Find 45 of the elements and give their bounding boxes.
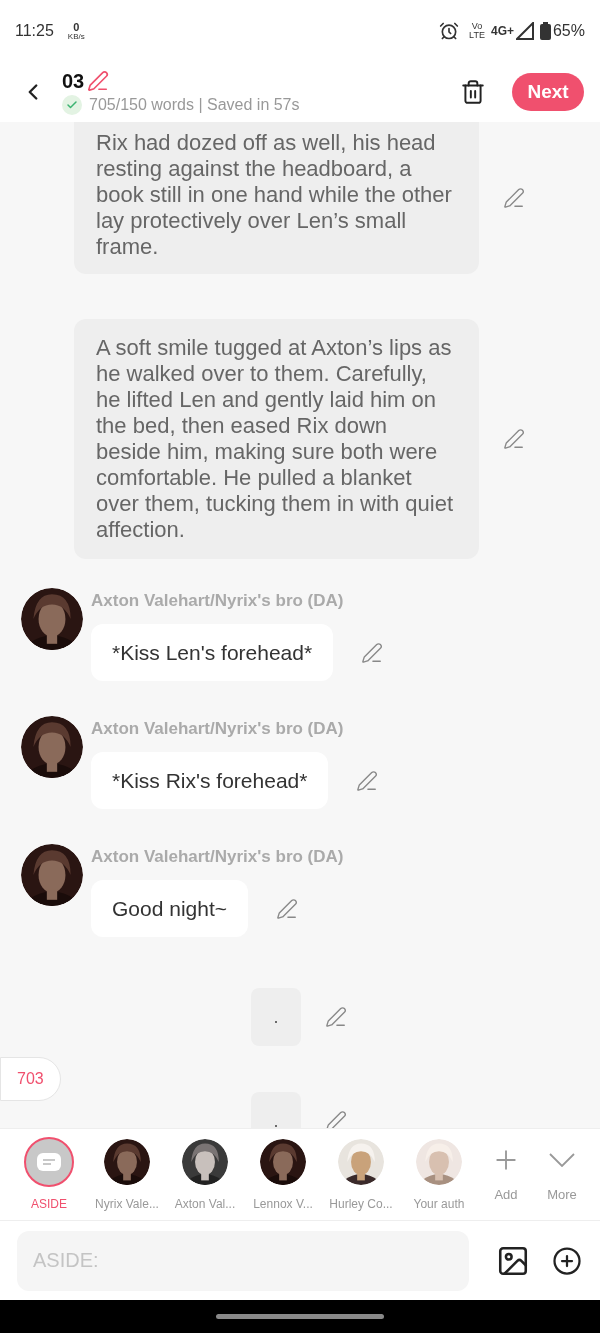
chapter-title: 03 — [62, 69, 85, 93]
net-speed: 0 — [73, 21, 80, 33]
edit-icon[interactable] — [325, 1006, 347, 1028]
signal-icon — [515, 22, 534, 40]
message-icon — [36, 1151, 62, 1172]
word-count-status: 705/150 words | Saved in 57s — [89, 95, 300, 115]
narration-text: A soft smile tugged at Axton’s lips as he walked over to them. Carefully, he lifted Len and gently laid him on the bed, then eased Rix down beside him, making sure both were comfortable. He pulled a blanket over them, tucking them in with quiet affection. — [96, 335, 455, 543]
character-tab[interactable]: Lennox V... — [244, 1136, 322, 1213]
message-bubble: *Kiss Len's forehead* — [91, 624, 334, 681]
status-time: 11:25 — [15, 21, 54, 41]
character-tab[interactable]: Axton Val... — [166, 1136, 244, 1213]
saved-check-icon — [62, 95, 82, 115]
add-button[interactable]: Add — [478, 1144, 534, 1205]
character-tab[interactable]: Your auth — [400, 1136, 478, 1213]
edit-title-icon[interactable] — [87, 70, 110, 92]
battery-percent: 65% — [552, 21, 585, 41]
edit-icon[interactable] — [276, 897, 298, 920]
network-type: 4G+ — [490, 23, 514, 40]
chevron-down-icon — [549, 1152, 575, 1167]
edit-icon[interactable] — [361, 641, 384, 664]
speaker-name: Axton Valehart/Nyrix's bro (DA) — [91, 846, 344, 868]
character-tab[interactable]: ASIDE — [10, 1136, 88, 1213]
edit-icon[interactable] — [356, 769, 379, 792]
volte-label: LTE — [469, 31, 485, 40]
message-bubble: Good night~ — [91, 880, 248, 937]
more-button[interactable]: More — [534, 1144, 590, 1205]
edit-icon[interactable] — [503, 187, 525, 209]
volte-label: Vo — [471, 22, 483, 31]
alarm-icon — [439, 21, 460, 41]
edit-icon[interactable] — [325, 1110, 347, 1128]
narration-text: Rix had dozed off as well, his head resting against the headboard, a book still in one hand while the other lay protectively over Len’s small frame. — [96, 130, 453, 260]
character-tab[interactable]: Hurley Co... — [322, 1136, 400, 1213]
add-circle-icon[interactable] — [552, 1245, 582, 1276]
character-tab[interactable]: Nyrix Vale... — [88, 1136, 166, 1213]
speaker-name: Axton Valehart/Nyrix's bro (DA) — [91, 718, 345, 740]
aside-bubble: . — [251, 1092, 301, 1128]
aside-bubble: . — [251, 988, 301, 1046]
next-button[interactable]: Next — [512, 73, 584, 111]
net-unit: KB/s — [67, 32, 85, 41]
speaker-name: Axton Valehart/Nyrix's bro (DA) — [91, 590, 345, 612]
message-bubble: *Kiss Rix's forehead* — [91, 752, 329, 809]
edit-icon[interactable] — [503, 428, 525, 450]
battery-icon — [539, 22, 551, 40]
delete-icon[interactable] — [460, 79, 486, 105]
word-count-badge[interactable]: 703 — [0, 1057, 61, 1101]
